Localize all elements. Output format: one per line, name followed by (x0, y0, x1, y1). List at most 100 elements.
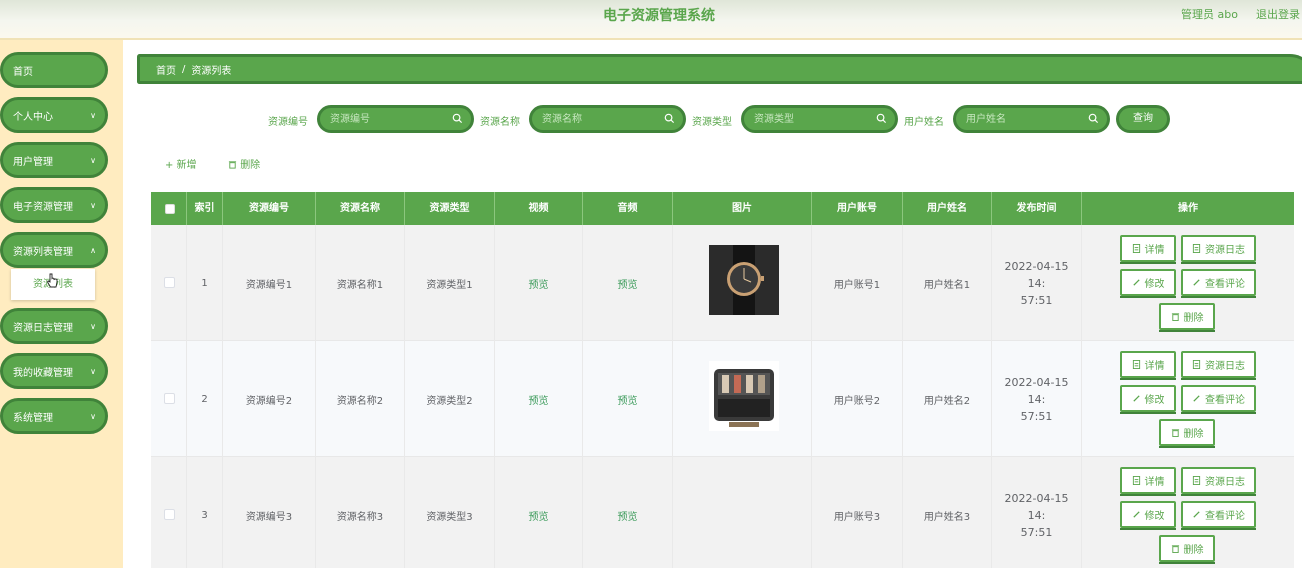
delete-label: 删除 (1183, 429, 1204, 440)
username-input[interactable] (966, 108, 1076, 130)
table-header: 索引 资源编号 资源名称 资源类型 视频 音频 图片 用户账号 用户姓名 发布时… (151, 192, 1294, 225)
query-button[interactable]: 查询 (1116, 105, 1170, 133)
cell-publish-time: 2022-04-15 14: 57:51 (992, 225, 1082, 341)
audio-preview-link[interactable]: 预览 (583, 457, 673, 568)
header-account: 用户账号 (812, 192, 903, 225)
detail-label: 详情 (1144, 361, 1165, 372)
top-header: 电子资源管理系统 管理员 abo 退出登录 (0, 0, 1302, 40)
sidebar-item-system-management[interactable]: 系统管理 ∨ (0, 398, 108, 434)
cell-operations: 详情 资源日志 修改 查看评论 删除 (1082, 457, 1294, 568)
header-select-all-cell (151, 192, 187, 225)
header-username: 用户姓名 (903, 192, 992, 225)
resource-code-input[interactable] (330, 108, 440, 130)
sidebar-item-label: 用户管理 (13, 156, 53, 168)
edit-button[interactable]: 修改 (1120, 385, 1176, 414)
pencil-icon (1193, 395, 1200, 402)
delete-button[interactable]: 删除 (1159, 303, 1215, 332)
video-preview-link[interactable]: 预览 (495, 457, 583, 568)
chevron-down-icon: ∨ (90, 111, 96, 120)
sidebar-item-favorites-management[interactable]: 我的收藏管理 ∨ (0, 353, 108, 389)
batch-delete-label: 删除 (240, 160, 261, 171)
resource-log-label: 资源日志 (1205, 361, 1245, 372)
resource-log-label: 资源日志 (1205, 477, 1245, 488)
resource-type-input[interactable] (754, 108, 864, 130)
cell-operations: 详情 资源日志 修改 查看评论 删除 (1082, 341, 1294, 457)
pencil-icon (1132, 395, 1140, 402)
trash-icon (1171, 545, 1179, 553)
row-checkbox[interactable] (164, 277, 175, 288)
sidebar-item-user-management[interactable]: 用户管理 ∨ (0, 142, 108, 178)
row-select-cell (151, 341, 187, 457)
cell-account: 用户账号2 (812, 341, 903, 457)
detail-label: 详情 (1144, 477, 1165, 488)
select-all-checkbox[interactable] (165, 204, 175, 214)
resource-log-button[interactable]: 资源日志 (1181, 351, 1256, 380)
delete-button[interactable]: 删除 (1159, 535, 1215, 564)
edit-button[interactable]: 修改 (1120, 269, 1176, 298)
table-row: 3 资源编号3 资源名称3 资源类型3 预览 预览 用户账号3 用户姓名3 20… (151, 457, 1294, 568)
watch-image[interactable] (709, 245, 779, 315)
admin-user-label: 管理员 abo (1181, 8, 1238, 21)
document-icon (1132, 244, 1140, 253)
edit-button[interactable]: 修改 (1120, 501, 1176, 530)
logout-link[interactable]: 退出登录 (1256, 6, 1300, 22)
video-preview-link[interactable]: 预览 (495, 341, 583, 457)
cell-resource-type: 资源类型1 (405, 225, 495, 341)
document-icon (1132, 360, 1140, 369)
breadcrumb-home[interactable]: 首页 (156, 62, 176, 77)
sidebar-item-personal-center[interactable]: 个人中心 ∨ (0, 97, 108, 133)
audio-preview-link[interactable]: 预览 (583, 225, 673, 341)
resource-name-input[interactable] (542, 108, 652, 130)
cell-username: 用户姓名2 (903, 341, 992, 457)
edit-label: 修改 (1144, 279, 1165, 290)
header-audio: 音频 (583, 192, 673, 225)
audio-preview-link[interactable]: 预览 (583, 341, 673, 457)
document-icon (1132, 476, 1140, 485)
batch-delete-button[interactable]: 删除 (228, 156, 260, 171)
chevron-down-icon: ∨ (90, 367, 96, 376)
header-resource-type: 资源类型 (405, 192, 495, 225)
video-preview-link[interactable]: 预览 (495, 225, 583, 341)
search-resource-code[interactable] (317, 105, 474, 133)
delete-button[interactable]: 删除 (1159, 419, 1215, 448)
breadcrumb-separator: / (182, 63, 186, 75)
view-comments-label: 查看评论 (1205, 395, 1245, 406)
add-button[interactable]: + 新增 (165, 156, 197, 171)
chevron-down-icon: ∨ (90, 201, 96, 210)
sidebar-item-label: 个人中心 (13, 111, 53, 123)
sidebar-item-resource-list-management[interactable]: 资源列表管理 ∧ (0, 232, 108, 268)
search-resource-type[interactable] (741, 105, 898, 133)
trash-icon (1171, 429, 1179, 437)
view-comments-button[interactable]: 查看评论 (1181, 501, 1256, 530)
sidebar-item-label: 我的收藏管理 (13, 367, 73, 379)
sidebar-item-e-resource-management[interactable]: 电子资源管理 ∨ (0, 187, 108, 223)
view-comments-button[interactable]: 查看评论 (1181, 385, 1256, 414)
search-label-username: 用户姓名 (904, 117, 944, 128)
sidebar-item-home[interactable]: 首页 (0, 52, 108, 88)
view-comments-button[interactable]: 查看评论 (1181, 269, 1256, 298)
header-publish-time: 发布时间 (992, 192, 1082, 225)
detail-button[interactable]: 详情 (1120, 467, 1176, 496)
view-comments-label: 查看评论 (1205, 511, 1245, 522)
time-line: 57:51 (1020, 525, 1053, 539)
hand-cursor-icon (46, 273, 58, 288)
search-username[interactable] (953, 105, 1110, 133)
header-operations: 操作 (1178, 203, 1198, 214)
search-icon (876, 113, 887, 124)
header-resource-name: 资源名称 (316, 192, 405, 225)
resource-log-label: 资源日志 (1205, 245, 1245, 256)
search-resource-name[interactable] (529, 105, 686, 133)
row-checkbox[interactable] (164, 509, 175, 520)
detail-button[interactable]: 详情 (1120, 235, 1176, 264)
watch-box-image[interactable] (709, 361, 779, 431)
breadcrumb: 首页 / 资源列表 (137, 54, 1302, 84)
detail-label: 详情 (1144, 245, 1165, 256)
resource-log-button[interactable]: 资源日志 (1181, 235, 1256, 264)
cell-resource-code: 资源编号3 (223, 457, 316, 568)
time-line: 2022-04-15 14: (1004, 375, 1069, 406)
detail-button[interactable]: 详情 (1120, 351, 1176, 380)
cell-resource-name: 资源名称1 (316, 225, 405, 341)
row-checkbox[interactable] (164, 393, 175, 404)
resource-log-button[interactable]: 资源日志 (1181, 467, 1256, 496)
sidebar-item-resource-log-management[interactable]: 资源日志管理 ∨ (0, 308, 108, 344)
